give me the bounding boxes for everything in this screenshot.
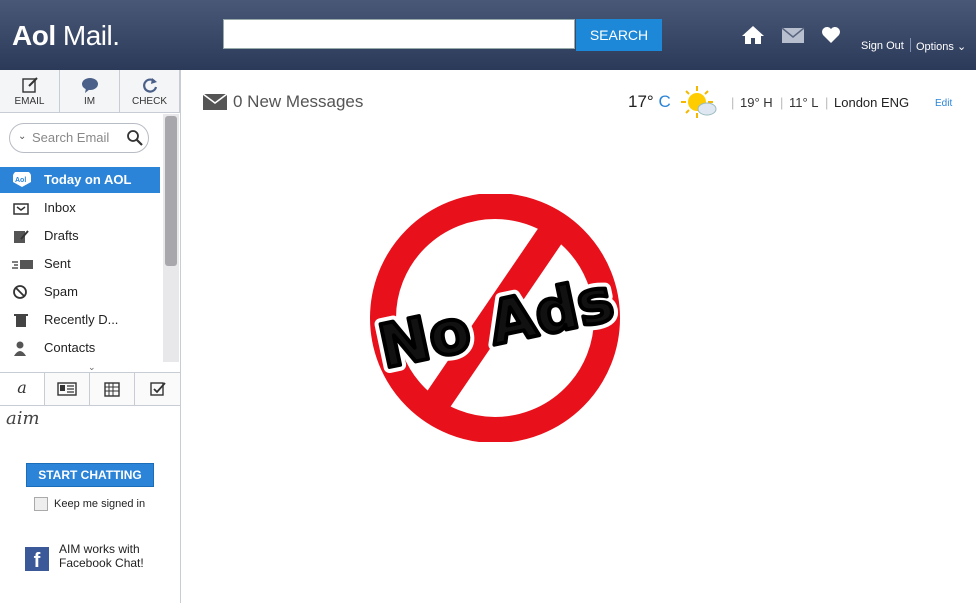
keep-signed-in[interactable]: Keep me signed in: [34, 497, 145, 511]
options-label: Options: [916, 41, 954, 53]
tab-aim[interactable]: a: [0, 373, 45, 405]
folder-recently-deleted[interactable]: Recently D...: [0, 307, 160, 333]
folder-today-on-aol[interactable]: Aol Today on AOL: [0, 167, 160, 193]
search-icon[interactable]: [126, 129, 144, 150]
facebook-chat-text: AIM works with Facebook Chat!: [59, 542, 144, 570]
sidebar: EMAIL IM CHECK ⌄ Search Email Aol Today …: [0, 70, 181, 603]
tab-calendar[interactable]: [90, 373, 135, 405]
keep-signed-in-checkbox[interactable]: [34, 497, 48, 511]
check-label: CHECK: [131, 96, 167, 107]
mail-icon[interactable]: [780, 24, 806, 51]
weather-edit-link[interactable]: Edit: [935, 98, 952, 109]
check-mail-button[interactable]: CHECK: [120, 70, 180, 112]
folder-label: Sent: [44, 256, 71, 271]
trash-icon: [12, 312, 30, 328]
weather-high: 19° H: [740, 95, 773, 110]
header-divider: [910, 38, 911, 52]
weather-divider: |: [731, 95, 735, 110]
aol-icon: Aol: [12, 170, 31, 188]
tab-tasks[interactable]: [135, 373, 180, 405]
options-menu[interactable]: Options ⌄: [916, 40, 966, 53]
folder-label: Recently D...: [44, 312, 119, 327]
refresh-icon: [120, 76, 179, 96]
folder-label: Today on AOL: [44, 172, 132, 187]
sent-icon: [12, 256, 33, 272]
sunny-cloud-icon: [679, 84, 719, 125]
folder-label: Spam: [44, 284, 78, 299]
weather-low: 11° L: [789, 95, 819, 110]
search-email-field[interactable]: ⌄ Search Email: [9, 123, 149, 153]
chevron-down-icon[interactable]: ⌄: [18, 131, 26, 142]
folder-drafts[interactable]: Drafts: [0, 223, 160, 249]
tool-row: EMAIL IM CHECK: [0, 70, 180, 113]
start-chatting-button[interactable]: START CHATTING: [26, 463, 154, 487]
new-messages-count[interactable]: 0 New Messages: [233, 92, 363, 112]
weather-divider: |: [780, 95, 784, 110]
logo-brand: Aol: [12, 20, 56, 51]
email-compose-button[interactable]: EMAIL: [0, 70, 60, 112]
im-button[interactable]: IM: [60, 70, 120, 112]
aol-mail-logo[interactable]: Aol Mail.: [12, 20, 120, 52]
search-email-placeholder: Search Email: [32, 130, 110, 145]
aim-a-icon: a: [17, 378, 27, 397]
calendar-icon: [103, 382, 121, 401]
chat-bubble-icon: [60, 76, 119, 96]
weather-temp: 17° C: [628, 92, 671, 112]
weather-location: London ENG: [834, 95, 910, 110]
folder-spam[interactable]: Spam: [0, 279, 160, 305]
folder-inbox[interactable]: Inbox: [0, 195, 160, 221]
facebook-icon: f: [25, 547, 49, 572]
keep-signed-in-label: Keep me signed in: [54, 497, 146, 510]
folder-contacts[interactable]: Contacts: [0, 335, 160, 361]
envelope-icon: [202, 93, 228, 115]
app-tabs: a: [0, 372, 180, 406]
tab-contacts-card[interactable]: [45, 373, 90, 405]
scroll-thumb[interactable]: [165, 116, 177, 266]
compose-icon: [0, 76, 59, 96]
folder-label: Drafts: [44, 228, 79, 243]
drafts-icon: [12, 228, 30, 244]
top-header: Aol Mail. SEARCH Sign Out Options ⌄: [0, 0, 976, 70]
chevron-down-icon: ⌄: [956, 41, 967, 53]
folder-sent[interactable]: Sent: [0, 251, 160, 277]
search-input[interactable]: [223, 19, 575, 49]
tasks-check-icon: [149, 382, 167, 401]
temp-unit[interactable]: C: [658, 92, 670, 111]
contact-card-icon: [57, 382, 77, 401]
main-panel: 0 New Messages 17° C | 19° H | 11° L | L…: [181, 70, 976, 603]
folder-scrollbar[interactable]: [163, 114, 179, 362]
aim-logo: aim: [6, 408, 40, 429]
logo-product: Mail.: [62, 20, 120, 51]
contacts-icon: [12, 340, 30, 356]
spam-icon: [12, 284, 30, 300]
folder-label: Contacts: [44, 340, 96, 355]
search-button[interactable]: SEARCH: [576, 19, 662, 51]
im-label: IM: [83, 96, 96, 107]
email-label: EMAIL: [14, 96, 45, 107]
svg-text:Aol: Aol: [15, 177, 26, 184]
folder-label: Inbox: [44, 200, 76, 215]
sign-out-link[interactable]: Sign Out: [861, 40, 904, 52]
temp-value: 17°: [628, 92, 654, 111]
home-icon[interactable]: [740, 24, 766, 51]
heart-icon[interactable]: [820, 24, 842, 51]
inbox-icon: [12, 200, 30, 216]
weather-divider: |: [825, 95, 829, 110]
no-ads-banner: No Ads No Ads: [364, 193, 626, 447]
